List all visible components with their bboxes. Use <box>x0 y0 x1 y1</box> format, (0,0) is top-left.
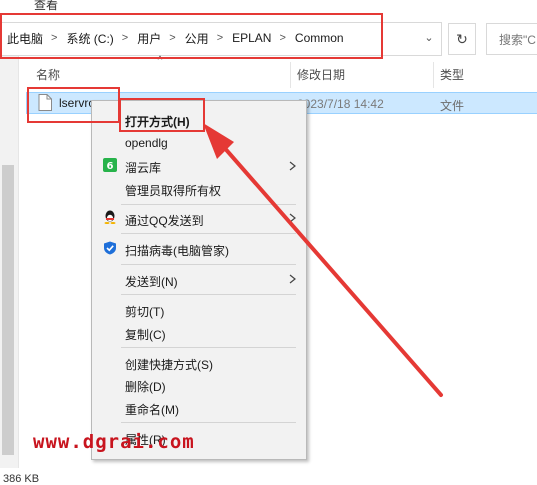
status-size: 386 KB <box>3 473 40 485</box>
annotation-arrow <box>203 123 443 397</box>
watermark-text: www.dgrai.com <box>33 431 195 453</box>
